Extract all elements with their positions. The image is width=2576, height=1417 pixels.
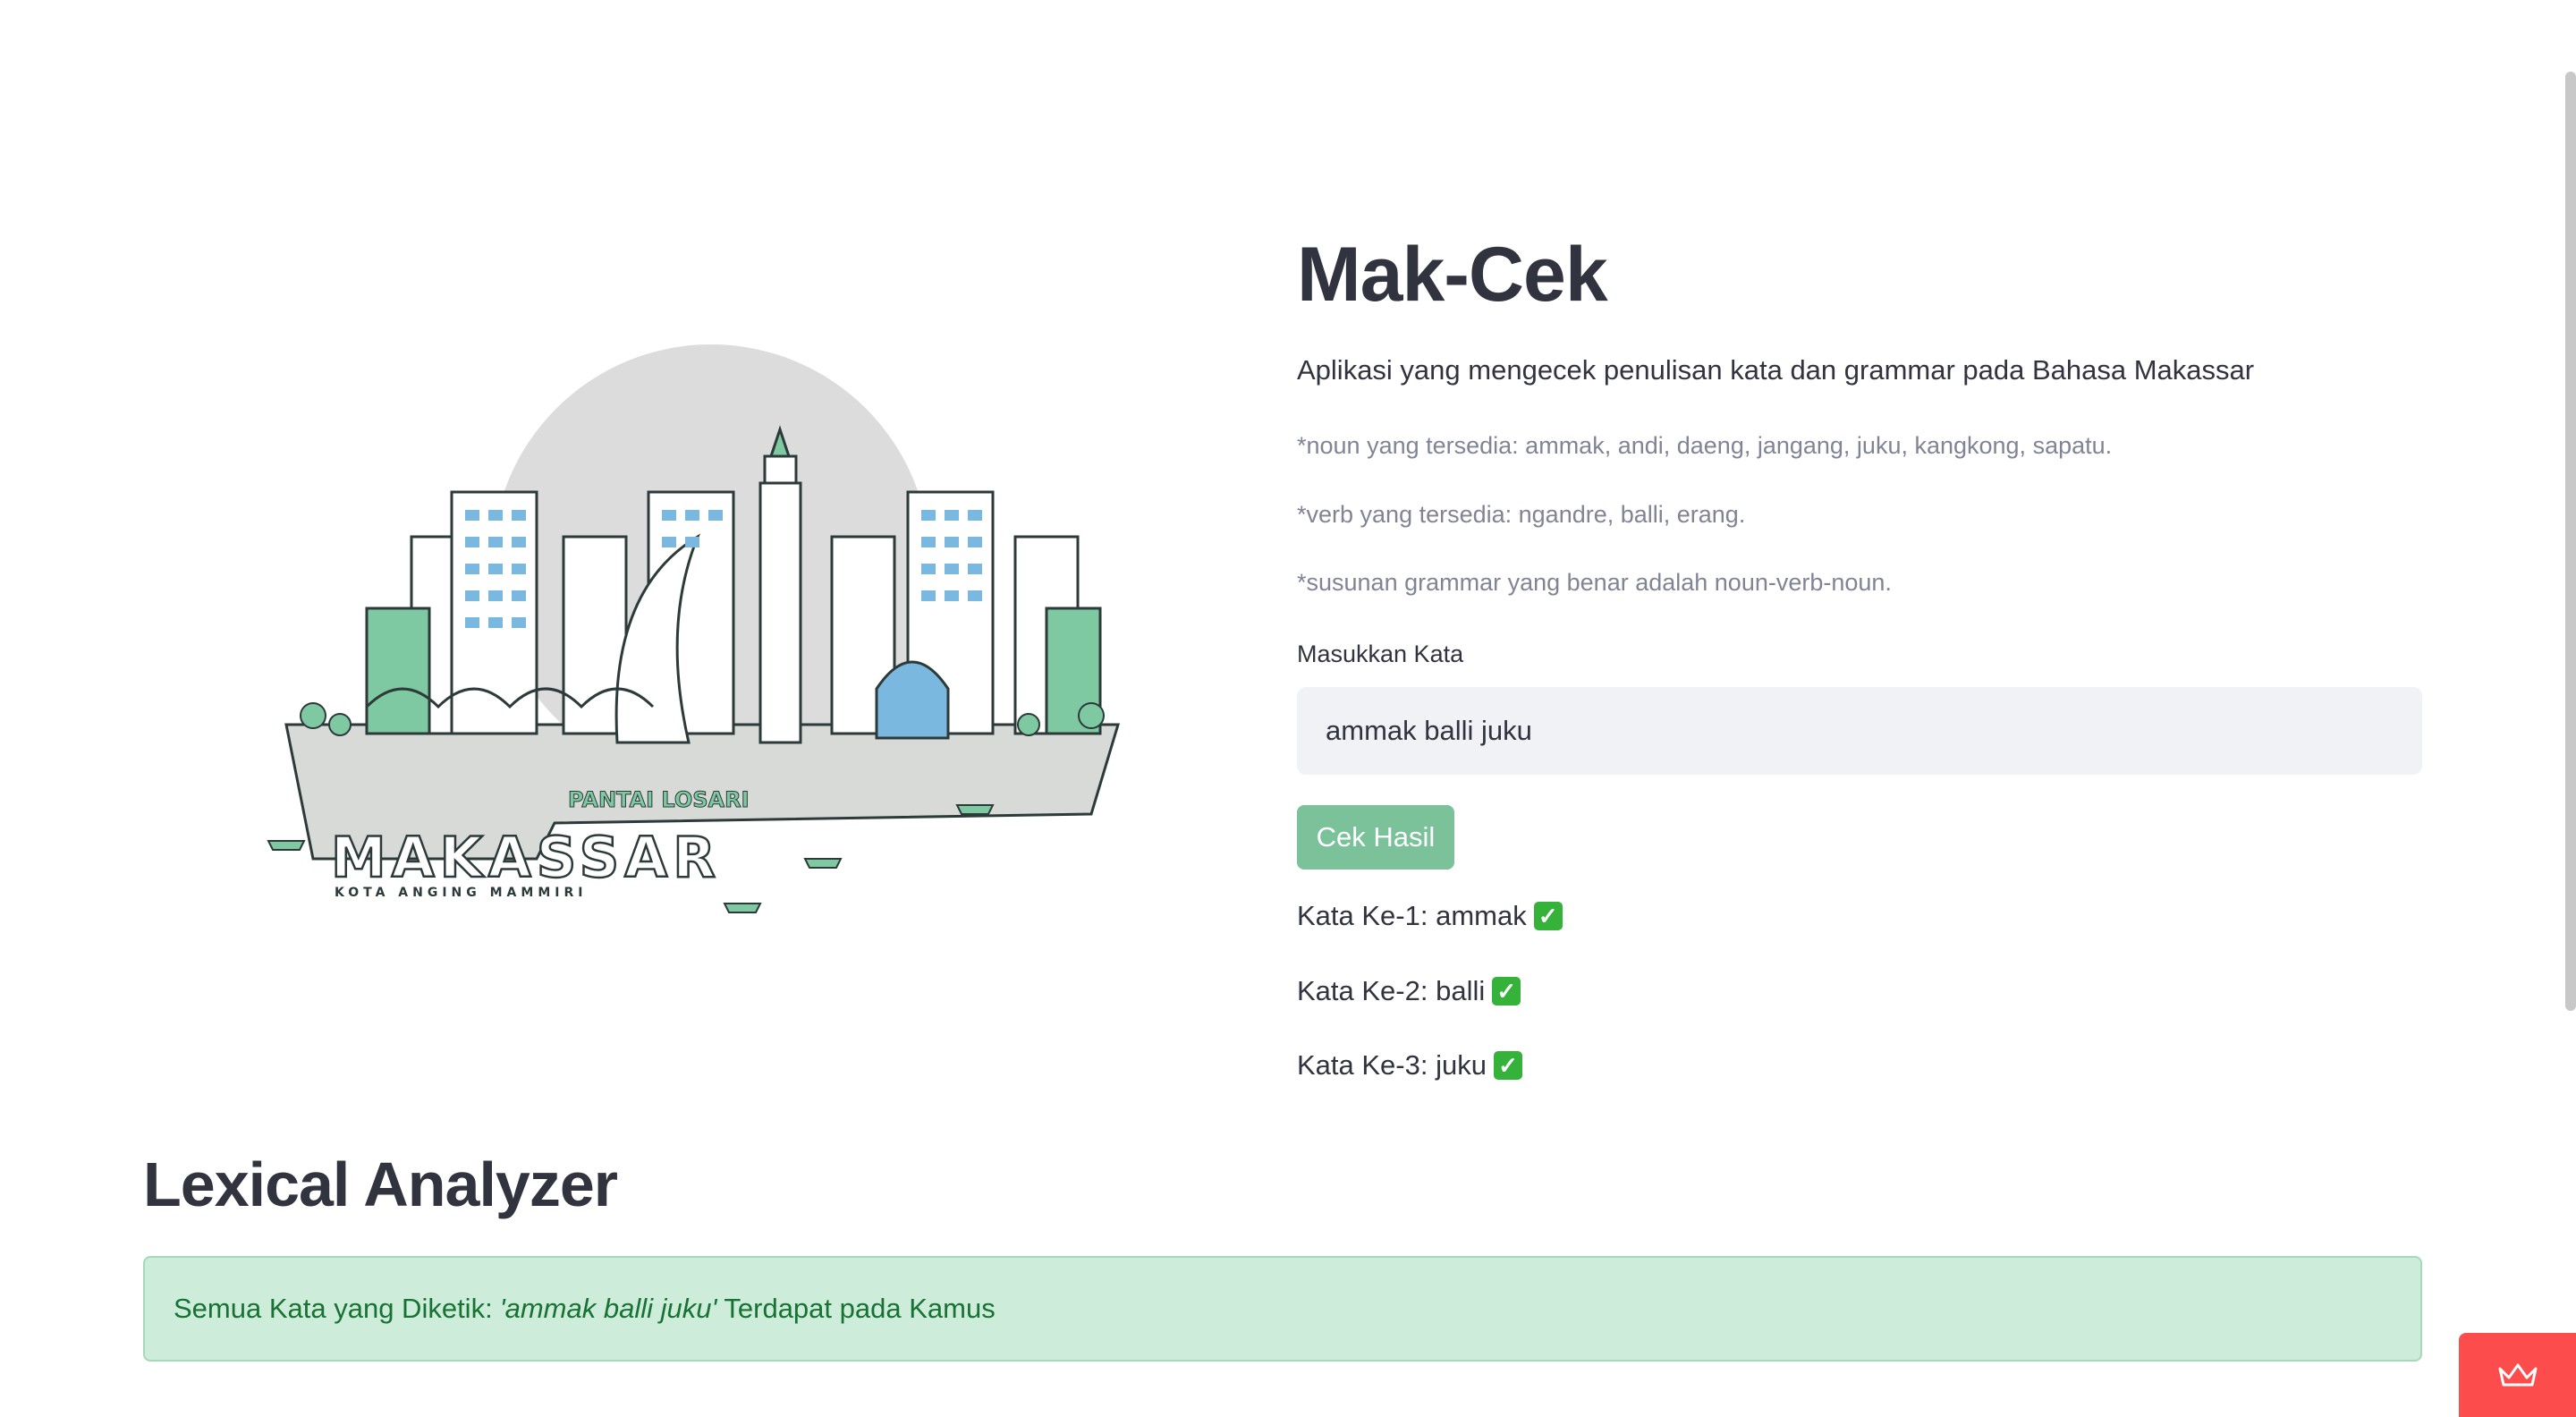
word-input-label: Masukkan Kata (1297, 641, 1464, 667)
result-item: Kata Ke-1: ammak ✓ (1297, 900, 1563, 932)
result-text: Kata Ke-1: ammak (1297, 900, 1527, 931)
page-title: Mak-Cek (1297, 232, 1608, 318)
illustration-tagline: KOTA ANGING MAMMIRI (335, 886, 587, 900)
illustration-sign: PANTAI LOSARI (568, 787, 750, 812)
lexical-analyzer-heading: Lexical Analyzer (143, 1150, 618, 1219)
check-mark-icon: ✓ (1533, 902, 1563, 930)
result-text: Kata Ke-3: juku (1297, 1049, 1487, 1081)
word-input[interactable]: ammak balli juku (1297, 687, 2422, 775)
page-subtitle: Aplikasi yang mengecek penulisan kata da… (1297, 354, 2255, 386)
crown-icon (2498, 1363, 2537, 1387)
word-input-value: ammak balli juku (1326, 715, 1532, 746)
page-scrollbar[interactable] (2565, 72, 2576, 1011)
alert-prefix: Semua Kata yang Diketik: (174, 1293, 493, 1324)
alert-quoted-text: 'ammak balli juku' (499, 1293, 717, 1324)
check-mark-icon: ✓ (1492, 977, 1521, 1005)
makassar-illustration: MAKASSAR KOTA ANGING MAMMIRI PANTAI LOSA… (267, 344, 1121, 913)
result-item: Kata Ke-2: balli ✓ (1297, 975, 1521, 1007)
success-alert: Semua Kata yang Diketik: 'ammak balli ju… (143, 1256, 2422, 1362)
check-result-button[interactable]: Cek Hasil (1297, 805, 1454, 870)
streamlit-badge[interactable] (2459, 1333, 2576, 1417)
alert-suffix: Terdapat pada Kamus (724, 1293, 996, 1324)
illustration-city-label: MAKASSAR (331, 825, 721, 890)
app-root: MAKASSAR KOTA ANGING MAMMIRI PANTAI LOSA… (0, 0, 2576, 1417)
noun-note: *noun yang tersedia: ammak, andi, daeng,… (1297, 432, 2113, 459)
result-text: Kata Ke-2: balli (1297, 975, 1486, 1006)
check-mark-icon: ✓ (1493, 1051, 1522, 1080)
result-item: Kata Ke-3: juku ✓ (1297, 1049, 1522, 1082)
grammar-note: *susunan grammar yang benar adalah noun-… (1297, 569, 1892, 596)
verb-note: *verb yang tersedia: ngandre, balli, era… (1297, 501, 1746, 528)
